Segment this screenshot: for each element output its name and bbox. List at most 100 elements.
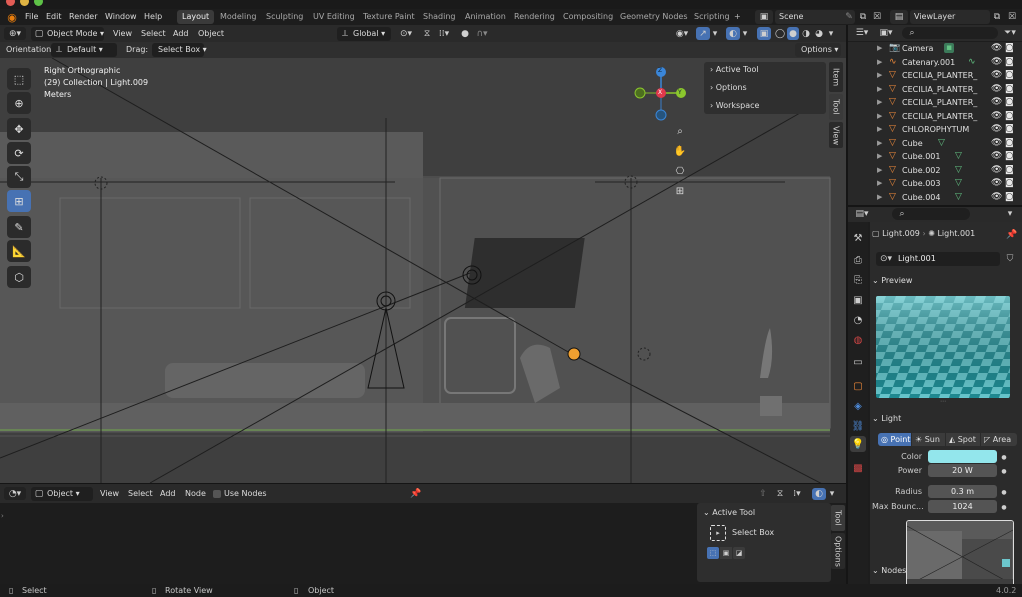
- node-overlays-icon[interactable]: ◐: [812, 488, 826, 500]
- transform-tool-icon[interactable]: ⊞: [7, 190, 31, 212]
- pivot-point-icon[interactable]: ⊙▾: [396, 27, 416, 40]
- render-tab-icon[interactable]: ⎙: [850, 252, 866, 268]
- outliner-row[interactable]: ▶ ∿ Catenary.001 ∿ 👁 ◙: [848, 57, 1022, 71]
- add-workspace-button[interactable]: +: [729, 10, 746, 24]
- pan-hand-icon[interactable]: ✋: [671, 142, 689, 160]
- add-cube-tool-icon[interactable]: ⬡: [7, 266, 31, 288]
- shader-tab-tool[interactable]: Tool: [831, 505, 845, 531]
- render-camera-icon[interactable]: ◙: [1005, 138, 1014, 148]
- gizmo-dropdown-icon[interactable]: ▾: [710, 27, 720, 40]
- tab-sculpting[interactable]: Sculpting: [261, 10, 308, 24]
- new-scene-icon[interactable]: ⧉: [857, 11, 869, 23]
- modifiers-tab-icon[interactable]: ◈: [850, 398, 866, 414]
- annotate-tool-icon[interactable]: ✎: [7, 216, 31, 238]
- expand-arrow-icon[interactable]: ▶: [877, 44, 882, 52]
- expand-arrow-icon[interactable]: ▶: [877, 193, 882, 201]
- visibility-eye-icon[interactable]: 👁: [991, 178, 1002, 188]
- tab-geometry-nodes[interactable]: Geometry Nodes: [615, 10, 692, 24]
- expand-arrow-icon[interactable]: ▶: [877, 71, 882, 79]
- pin-icon[interactable]: ✎: [843, 11, 855, 23]
- render-camera-icon[interactable]: ◙: [1005, 151, 1014, 161]
- outliner-editor-type-icon[interactable]: ☰▾: [852, 27, 872, 39]
- falloff-icon[interactable]: ∩▾: [472, 27, 492, 40]
- power-keyframe-dot-icon[interactable]: ●: [1000, 465, 1008, 477]
- visibility-eye-icon[interactable]: 👁: [991, 151, 1002, 161]
- sidebar-active-tool[interactable]: › Active Tool: [710, 65, 759, 74]
- select-box-tool-icon-small[interactable]: ▸: [710, 525, 726, 541]
- preview-resize-handle-icon[interactable]: ⋯: [936, 398, 950, 405]
- mode-dropdown[interactable]: ▢ Object Mode ▾: [31, 27, 104, 41]
- properties-editor-type-icon[interactable]: ▤▾: [852, 208, 872, 220]
- delete-scene-icon[interactable]: ☒: [871, 11, 883, 23]
- sidebar-workspace[interactable]: › Workspace: [710, 101, 759, 110]
- menu-file[interactable]: File: [25, 10, 38, 24]
- area-divider-vertical[interactable]: [846, 25, 848, 584]
- menu-render[interactable]: Render: [69, 10, 97, 24]
- solid-shading-icon[interactable]: ●: [787, 27, 799, 40]
- shader-menu-node[interactable]: Node: [185, 487, 206, 501]
- outliner-row[interactable]: ▶ ▽ CECILIA_PLANTER_ 👁 ◙: [848, 97, 1022, 111]
- constraints-tab-icon[interactable]: ⛓: [850, 418, 866, 434]
- shading-dropdown-icon[interactable]: ▾: [826, 27, 836, 40]
- overlays-toggle-icon[interactable]: ◐: [726, 27, 740, 40]
- color-keyframe-dot-icon[interactable]: ●: [1000, 451, 1008, 463]
- options-dropdown[interactable]: Options ▾: [795, 43, 841, 57]
- tab-texture-paint[interactable]: Texture Paint: [358, 10, 420, 24]
- window-minimize-dot[interactable]: [20, 0, 29, 6]
- light-type-sun[interactable]: ☀ Sun: [912, 433, 945, 446]
- area-divider-horizontal[interactable]: [0, 483, 846, 484]
- rotate-tool-icon[interactable]: ⟳: [7, 142, 31, 164]
- view-layer-tab-icon[interactable]: ▣: [850, 292, 866, 308]
- menu-add[interactable]: Add: [173, 27, 189, 41]
- shader-active-tool-header[interactable]: ⌄ Active Tool: [703, 508, 755, 517]
- menu-object[interactable]: Object: [198, 27, 224, 41]
- color-swatch[interactable]: [928, 450, 997, 463]
- node-overlays-dropdown-icon[interactable]: ▾: [827, 488, 837, 500]
- gizmo-toggle-icon[interactable]: ↗: [696, 27, 710, 40]
- snap-target-icon[interactable]: ⁞⁞▾: [434, 27, 454, 40]
- visibility-eye-icon[interactable]: 👁: [991, 124, 1002, 134]
- visibility-eye-icon[interactable]: 👁: [991, 192, 1002, 202]
- orientation-dropdown[interactable]: ⟂ Default ▾: [51, 43, 117, 57]
- object-tab-icon[interactable]: ▢: [850, 378, 866, 394]
- ortho-grid-icon[interactable]: ⊞: [671, 182, 689, 200]
- tab-rendering[interactable]: Rendering: [509, 10, 560, 24]
- wireframe-shading-icon[interactable]: ◯: [774, 27, 786, 40]
- render-camera-icon[interactable]: ◙: [1005, 97, 1014, 107]
- filter-icon[interactable]: ⏷▾: [1001, 27, 1019, 39]
- rendered-shading-icon[interactable]: ◕: [813, 27, 825, 40]
- render-camera-icon[interactable]: ◙: [1005, 192, 1014, 202]
- shader-menu-select[interactable]: Select: [128, 487, 153, 501]
- outliner-row[interactable]: ▶ 📷 Camera ▪ 👁 ◙: [848, 43, 1022, 57]
- outliner-row[interactable]: ▶ ▽ CECILIA_PLANTER_ 👁 ◙: [848, 70, 1022, 84]
- select-mode-subtract-icon[interactable]: ◪: [733, 547, 745, 559]
- delete-view-layer-icon[interactable]: ☒: [1006, 11, 1018, 23]
- light-panel-header[interactable]: ⌄ Light: [872, 414, 1020, 426]
- zoom-icon[interactable]: ⌕: [671, 122, 689, 140]
- light-type-area[interactable]: ◸ Area: [981, 433, 1017, 446]
- render-camera-icon[interactable]: ◙: [1005, 70, 1014, 80]
- properties-search-field[interactable]: ⌕: [892, 208, 970, 220]
- shader-editor-type-icon[interactable]: ◔▾: [4, 487, 26, 500]
- scale-tool-icon[interactable]: ⤡: [7, 166, 31, 188]
- overlays-dropdown-icon[interactable]: ▾: [740, 27, 750, 40]
- snap-node-target-icon[interactable]: ⁞▾: [788, 488, 806, 500]
- render-camera-icon[interactable]: ◙: [1005, 165, 1014, 175]
- properties-options-icon[interactable]: ▾: [1004, 208, 1016, 220]
- expand-arrow-icon[interactable]: ▶: [877, 152, 882, 160]
- move-tool-icon[interactable]: ✥: [7, 118, 31, 140]
- cursor-tool-icon[interactable]: ⊕: [7, 92, 31, 114]
- menu-select[interactable]: Select: [141, 27, 166, 41]
- max-bounces-field[interactable]: 1024: [928, 500, 997, 513]
- view-layer-selector[interactable]: ViewLayer: [910, 10, 990, 24]
- drag-dropdown[interactable]: Select Box ▾: [152, 43, 207, 57]
- expand-arrow-icon[interactable]: ▶: [877, 85, 882, 93]
- radius-keyframe-dot-icon[interactable]: ●: [1000, 486, 1008, 498]
- visibility-eye-icon[interactable]: 👁: [991, 57, 1002, 67]
- shader-tab-options[interactable]: Options: [831, 533, 845, 569]
- material-shading-icon[interactable]: ◑: [800, 27, 812, 40]
- light-type-spot[interactable]: ◭ Spot: [946, 433, 980, 446]
- measure-tool-icon[interactable]: 📐: [7, 240, 31, 262]
- render-camera-icon[interactable]: ◙: [1005, 84, 1014, 94]
- render-camera-icon[interactable]: ◙: [1005, 57, 1014, 67]
